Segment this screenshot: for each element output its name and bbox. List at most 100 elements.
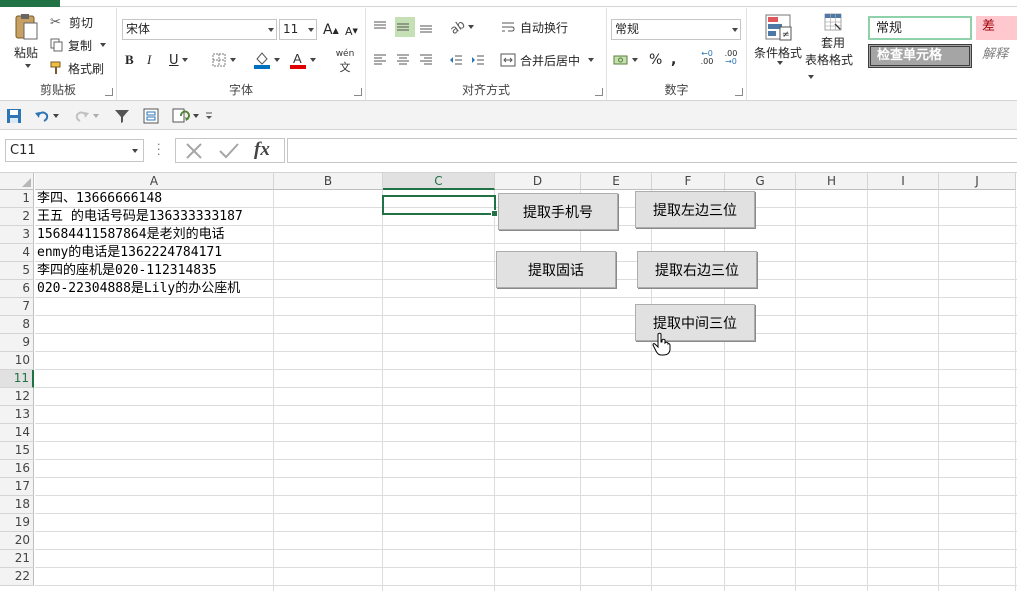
font-size-dropdown-icon[interactable] [302, 20, 316, 39]
wrap-text-button[interactable]: 自动换行 [500, 17, 568, 37]
column-header-a[interactable]: A [35, 173, 274, 190]
number-format-combo[interactable]: 常规 [611, 19, 741, 40]
style-normal[interactable]: 常规 [868, 16, 972, 40]
formula-input[interactable] [287, 138, 1017, 163]
row-header-5[interactable]: 5 [0, 262, 34, 280]
cancel-edit-button[interactable] [184, 142, 204, 160]
cell-a2[interactable]: 王五 的电话号码是136333333187 [37, 208, 243, 226]
column-header-h[interactable]: H [796, 173, 868, 190]
refresh-all-button[interactable] [172, 106, 199, 126]
filter-button[interactable] [114, 106, 130, 126]
increase-decimal-button[interactable]: ←0.00 [697, 50, 717, 70]
row-header-2[interactable]: 2 [0, 208, 34, 226]
column-header-e[interactable]: E [581, 173, 652, 190]
number-format-dropdown-icon[interactable] [726, 20, 740, 39]
font-name-combo[interactable]: 宋体 [122, 19, 277, 40]
form-button[interactable] [143, 106, 159, 126]
align-left-button[interactable] [372, 50, 392, 70]
merge-center-button[interactable]: 合并后居中 [500, 50, 595, 70]
decrease-decimal-button[interactable]: .00 →0 [721, 50, 741, 70]
insert-function-button[interactable]: fx [254, 139, 280, 161]
extract-landline-button[interactable]: 提取固话 [496, 251, 616, 288]
conditional-formatting-button[interactable]: ≠ 条件格式 [751, 12, 805, 82]
row-header-9[interactable]: 9 [0, 334, 34, 352]
align-bottom-button[interactable] [418, 17, 438, 37]
underline-button[interactable]: U [169, 51, 195, 69]
extract-left3-button[interactable]: 提取左边三位 [635, 191, 755, 228]
row-header-12[interactable]: 12 [0, 388, 34, 406]
row-header-8[interactable]: 8 [0, 316, 34, 334]
row-header-10[interactable]: 10 [0, 352, 34, 370]
column-header-c[interactable]: C [383, 173, 495, 190]
format-painter-button[interactable]: 格式刷 [50, 59, 104, 77]
name-box-dropdown-icon[interactable] [132, 149, 138, 153]
font-launcher-icon[interactable] [354, 88, 362, 96]
column-header-f[interactable]: F [652, 173, 725, 190]
name-box[interactable]: C11 [5, 139, 144, 162]
shrink-font-button[interactable]: A ▼ [345, 23, 359, 39]
row-header-13[interactable]: 13 [0, 406, 34, 424]
cut-button[interactable]: ✂ 剪切 [50, 13, 93, 31]
row-header-19[interactable]: 19 [0, 514, 34, 532]
row-header-22[interactable]: 22 [0, 568, 34, 586]
row-header-18[interactable]: 18 [0, 496, 34, 514]
row-header-16[interactable]: 16 [0, 460, 34, 478]
row-header-7[interactable]: 7 [0, 298, 34, 316]
row-header-14[interactable]: 14 [0, 424, 34, 442]
style-check-cell[interactable]: 检查单元格 [868, 44, 972, 68]
increase-indent-button[interactable] [470, 50, 490, 70]
select-all-button[interactable] [0, 173, 34, 190]
cell-a6[interactable]: 020-22304888是Lily的办公座机 [37, 280, 240, 298]
column-header-d[interactable]: D [495, 173, 581, 190]
italic-button[interactable]: I [147, 51, 163, 69]
row-header-17[interactable]: 17 [0, 478, 34, 496]
confirm-edit-button[interactable] [218, 142, 239, 160]
extract-mobile-button[interactable]: 提取手机号 [498, 193, 618, 230]
row-header-1[interactable]: 1 [0, 190, 34, 208]
worksheet-grid[interactable]: ABCDEFGHIJ 1 2 3 4 5 6 7 8 9 10 11 12 13 14 15 16 17 18 19… [0, 173, 1017, 591]
column-header-g[interactable]: G [725, 173, 796, 190]
cell-a1[interactable]: 李四、13666666148 [37, 190, 162, 208]
row-header-21[interactable]: 21 [0, 550, 34, 568]
cell-a5[interactable]: 李四的座机是020-112314835 [37, 262, 217, 280]
percent-button[interactable]: % [649, 50, 665, 70]
fill-color-button[interactable] [253, 49, 285, 71]
borders-button[interactable] [211, 51, 241, 69]
grow-font-button[interactable]: A ▲ [323, 21, 339, 39]
currency-button[interactable] [613, 50, 643, 70]
style-bad[interactable]: 差 [976, 16, 1017, 40]
clipboard-launcher-icon[interactable] [105, 88, 113, 96]
comma-button[interactable]: , [671, 50, 683, 70]
format-as-table-button[interactable]: 套用 表格格式 [805, 12, 861, 82]
file-tab[interactable] [0, 0, 60, 7]
row-header-4[interactable]: 4 [0, 244, 34, 262]
align-middle-button[interactable] [395, 17, 415, 37]
redo-button[interactable] [74, 106, 99, 126]
active-cell-c11[interactable] [382, 195, 498, 217]
extract-right3-button[interactable]: 提取右边三位 [637, 251, 757, 288]
formula-bar-grip-icon[interactable]: · · · [157, 139, 161, 160]
save-button[interactable] [6, 106, 22, 126]
row-header-6[interactable]: 6 [0, 280, 34, 298]
cell-a4[interactable]: enmy的电话是1362224784171 [37, 244, 222, 262]
row-header-20[interactable]: 20 [0, 532, 34, 550]
font-size-combo[interactable]: 11 [279, 19, 317, 40]
bold-button[interactable]: B [125, 51, 141, 69]
font-name-dropdown-icon[interactable] [262, 20, 276, 39]
paste-button[interactable]: 粘贴 [7, 12, 45, 70]
alignment-launcher-icon[interactable] [595, 88, 603, 96]
column-header-i[interactable]: I [868, 173, 939, 190]
copy-button[interactable]: 复制 [50, 36, 107, 54]
cell-a3[interactable]: 15684411587864是老刘的电话 [37, 226, 225, 244]
align-top-button[interactable] [372, 17, 392, 37]
column-header-j[interactable]: J [939, 173, 1016, 190]
align-right-button[interactable] [418, 50, 438, 70]
column-header-b[interactable]: B [274, 173, 383, 190]
row-header-11[interactable]: 11 [0, 370, 34, 388]
customize-qat-button[interactable] [205, 106, 213, 126]
row-header-15[interactable]: 15 [0, 442, 34, 460]
font-color-button[interactable]: A [289, 49, 319, 71]
phonetic-button[interactable]: wén 文 [329, 49, 361, 74]
undo-button[interactable] [34, 106, 59, 126]
style-explanatory[interactable]: 解释性 [976, 44, 1017, 68]
